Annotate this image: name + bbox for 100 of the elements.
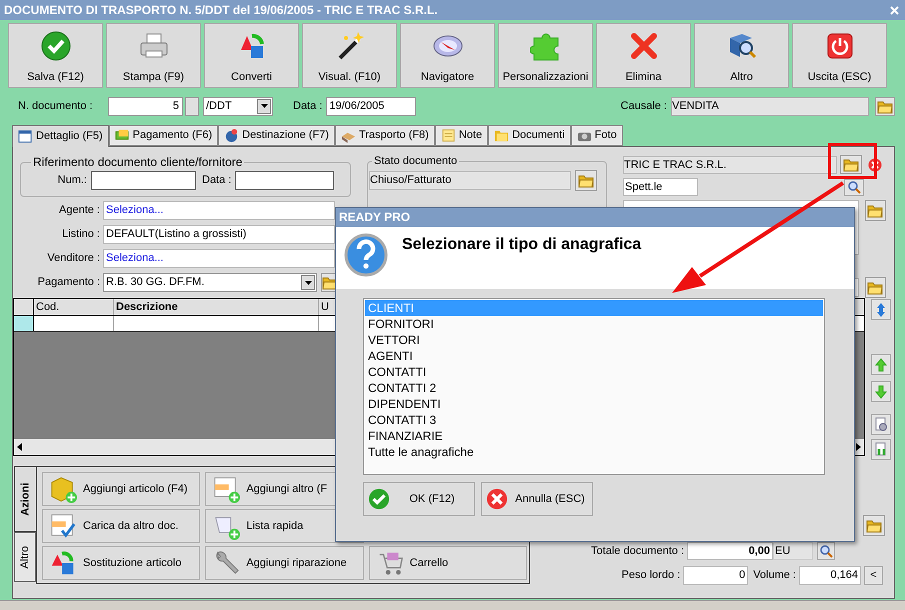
field-label: Totale documento :	[591, 544, 684, 559]
field-label: Num.:	[56, 173, 88, 188]
list-item[interactable]: FINANZIARIE	[365, 428, 823, 444]
toolbar-button[interactable]: Uscita (ESC)	[792, 23, 887, 88]
list-item[interactable]: Tutte le anagrafiche	[365, 444, 823, 460]
up-arrow-icon	[874, 356, 888, 372]
toolbar-button[interactable]: Elimina	[596, 23, 691, 88]
action-button[interactable]: Aggiungi articolo (F4)	[42, 472, 200, 506]
window-title: DOCUMENTO DI TRASPORTO N. 5/DDT del 19/06/2005 - TRIC E TRAC S.R.L.	[4, 2, 438, 19]
column-header: Descrizione	[114, 299, 319, 315]
field-label: Agente :	[58, 203, 101, 218]
tab[interactable]: Trasporto (F8)	[334, 125, 435, 146]
side-button[interactable]	[871, 354, 891, 375]
field-label: Causale :	[620, 98, 667, 114]
side-button[interactable]	[871, 414, 891, 435]
volume-field[interactable]: 0,164	[799, 566, 861, 585]
tab[interactable]: Documenti	[488, 125, 571, 146]
payment-dropdown[interactable]: R.B. 30 GG. DF.FM.	[103, 273, 317, 292]
vertical-tab[interactable]: Azioni	[14, 466, 36, 532]
list-item[interactable]: CONTATTI 3	[365, 412, 823, 428]
dialog-button[interactable]: Annulla (ESC)	[481, 482, 593, 516]
vertical-tab[interactable]: Altro	[14, 532, 36, 582]
side-button[interactable]	[871, 299, 891, 320]
toolbar-button[interactable]: Personalizzazioni	[498, 23, 593, 88]
folder-icon	[877, 98, 893, 114]
table-add-icon	[212, 475, 240, 503]
toolbar-button[interactable]: Stampa (F9)	[106, 23, 201, 88]
series-dropdown[interactable]: /DDT	[203, 96, 273, 116]
folder-button[interactable]	[875, 96, 895, 116]
tab[interactable]: Note	[434, 125, 488, 146]
action-button[interactable]: Carrello	[368, 546, 527, 580]
folder-button[interactable]	[864, 277, 886, 298]
input-field[interactable]	[91, 171, 196, 190]
tab[interactable]: Destinazione (F7)	[218, 125, 335, 146]
field-label: Data :	[293, 98, 322, 114]
weight-field[interactable]: 0	[683, 566, 748, 585]
side-button[interactable]	[871, 381, 891, 402]
field-label: Pagamento :	[36, 275, 101, 290]
toolbar-button[interactable]: Altro	[694, 23, 789, 88]
dialog-title: READY PRO	[336, 208, 854, 227]
toolbar-button[interactable]: Salva (F12)	[8, 23, 103, 88]
toolbar-button[interactable]: Visual. (F10)	[302, 23, 397, 88]
folder-icon	[578, 172, 594, 188]
total-field: 0,00	[687, 542, 773, 560]
spin-button[interactable]	[185, 96, 199, 116]
up-down-arrow-icon	[874, 302, 888, 318]
field-label: N. documento :	[18, 98, 94, 114]
folder-icon	[866, 518, 882, 533]
folder-button[interactable]	[575, 170, 597, 190]
folder-button[interactable]	[840, 155, 862, 174]
search-icon	[820, 544, 832, 558]
action-button[interactable]: Sostituzione articolo	[42, 546, 200, 580]
field-label: Data :	[202, 173, 232, 188]
action-button[interactable]: Carica da altro doc.	[42, 509, 200, 543]
field-label: Volume :	[753, 568, 796, 584]
folder-icon	[867, 280, 884, 295]
field-label: Venditore :	[46, 251, 101, 266]
list-item[interactable]: CONTATTI 2	[365, 380, 823, 396]
tab[interactable]: Dettaglio (F5)	[12, 125, 109, 147]
highlight-frame	[828, 143, 877, 179]
selector-field[interactable]: Seleziona...	[103, 249, 335, 268]
action-button[interactable]: Aggiungi riparazione	[205, 546, 364, 580]
cancel-icon	[486, 488, 508, 510]
number-field[interactable]: 5	[108, 96, 183, 116]
tab[interactable]: Foto	[570, 125, 623, 146]
dropdown-arrow-icon	[304, 280, 312, 284]
note-icon	[440, 128, 456, 143]
input-field[interactable]	[235, 171, 334, 190]
field-label: Listino :	[61, 227, 101, 242]
dialog-message: Selezionare il tipo di anagrafica	[402, 235, 642, 255]
causale-field[interactable]: VENDITA	[671, 96, 869, 116]
down-arrow-icon	[874, 384, 888, 400]
customer-field[interactable]: TRIC E TRAC S.R.L.	[623, 156, 837, 174]
list-item[interactable]: VETTORI	[365, 332, 823, 348]
globe-icon	[224, 128, 240, 143]
folder-icon	[843, 157, 859, 172]
tab[interactable]: Pagamento (F6)	[108, 125, 218, 146]
list-item[interactable]: DIPENDENTI	[365, 396, 823, 412]
date-field[interactable]: 19/06/2005	[326, 96, 416, 116]
status-field: Chiuso/Fatturato	[369, 170, 571, 190]
selector-field[interactable]: Seleziona...	[103, 201, 335, 220]
folder-icon	[494, 128, 510, 143]
input-field[interactable]: DEFAULT(Listino a grossisti)	[103, 225, 335, 244]
folder-button[interactable]	[863, 515, 885, 536]
list-item[interactable]: CONTATTI	[365, 364, 823, 380]
zoom-button[interactable]	[817, 542, 835, 560]
collapse-button[interactable]: <	[864, 566, 883, 585]
column-header: Cod.	[34, 299, 114, 315]
folder-button[interactable]	[864, 200, 886, 221]
search-button[interactable]	[844, 178, 864, 196]
field-label: Peso lordo :	[621, 568, 680, 584]
toolbar-button[interactable]: Navigatore	[400, 23, 495, 88]
side-button[interactable]	[871, 439, 891, 460]
remove-button[interactable]	[868, 158, 882, 172]
toolbar-button[interactable]: Converti	[204, 23, 299, 88]
salutation-field[interactable]: Spett.le	[623, 178, 698, 196]
list-item[interactable]: AGENTI	[365, 348, 823, 364]
remove-icon	[868, 158, 882, 172]
dialog-button[interactable]: OK (F12)	[363, 482, 475, 516]
cube-add-icon	[49, 475, 77, 503]
